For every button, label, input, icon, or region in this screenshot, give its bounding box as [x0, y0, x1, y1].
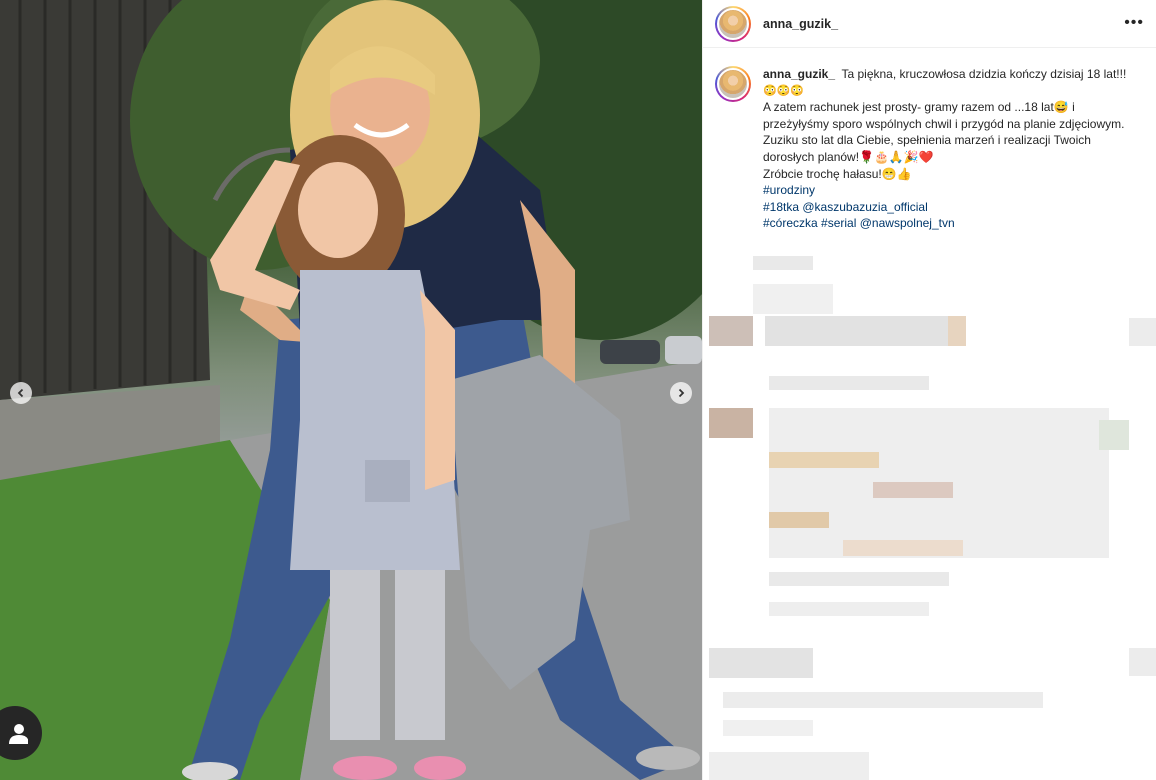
- hashtag-coreczka[interactable]: #córeczka: [763, 216, 818, 230]
- mention-kaszubazuzia[interactable]: @kaszubazuzia_official: [802, 200, 927, 214]
- instagram-post-view: anna_guzik_ ••• anna_guzik_ Ta piękna, k…: [0, 0, 1156, 780]
- caption-avatar[interactable]: [715, 66, 751, 102]
- next-photo-button[interactable]: [670, 382, 692, 404]
- caption-line-4: Zróbcie trochę hałasu!😁👍: [763, 166, 912, 181]
- post-caption: anna_guzik_ Ta piękna, kruczowłosa dzidz…: [703, 48, 1156, 232]
- caption-line-3: Zuziku sto lat dla Ciebie, spełnienia ma…: [763, 133, 1091, 164]
- post-photo[interactable]: [0, 0, 702, 780]
- caption-line-2: A zatem rachunek jest prosty- gramy raze…: [763, 100, 1125, 131]
- chevron-right-icon: [678, 388, 685, 398]
- mention-nawspolnej-tvn[interactable]: @nawspolnej_tvn: [860, 216, 955, 230]
- hashtag-urodziny[interactable]: #urodziny: [763, 183, 815, 197]
- avatar[interactable]: [715, 5, 751, 42]
- post-username[interactable]: anna_guzik_: [763, 17, 838, 31]
- caption-line-1-emoji: 😳😳😳: [763, 84, 805, 97]
- post-sidebar: anna_guzik_ ••• anna_guzik_ Ta piękna, k…: [702, 0, 1156, 780]
- post-header: anna_guzik_ •••: [703, 0, 1156, 48]
- caption-line-1: Ta piękna, kruczowłosa dzidzia kończy dz…: [841, 67, 1127, 81]
- girl-face: [298, 162, 378, 258]
- photo-illustration: [0, 0, 702, 780]
- hashtag-18tka[interactable]: #18tka: [763, 200, 799, 214]
- more-dots-icon[interactable]: •••: [1124, 14, 1144, 32]
- caption-username[interactable]: anna_guzik_: [763, 67, 835, 81]
- previous-photo-button[interactable]: [10, 382, 32, 404]
- chevron-left-icon: [17, 388, 24, 398]
- hashtag-serial[interactable]: #serial: [821, 216, 856, 230]
- user-tag-icon: [9, 724, 28, 744]
